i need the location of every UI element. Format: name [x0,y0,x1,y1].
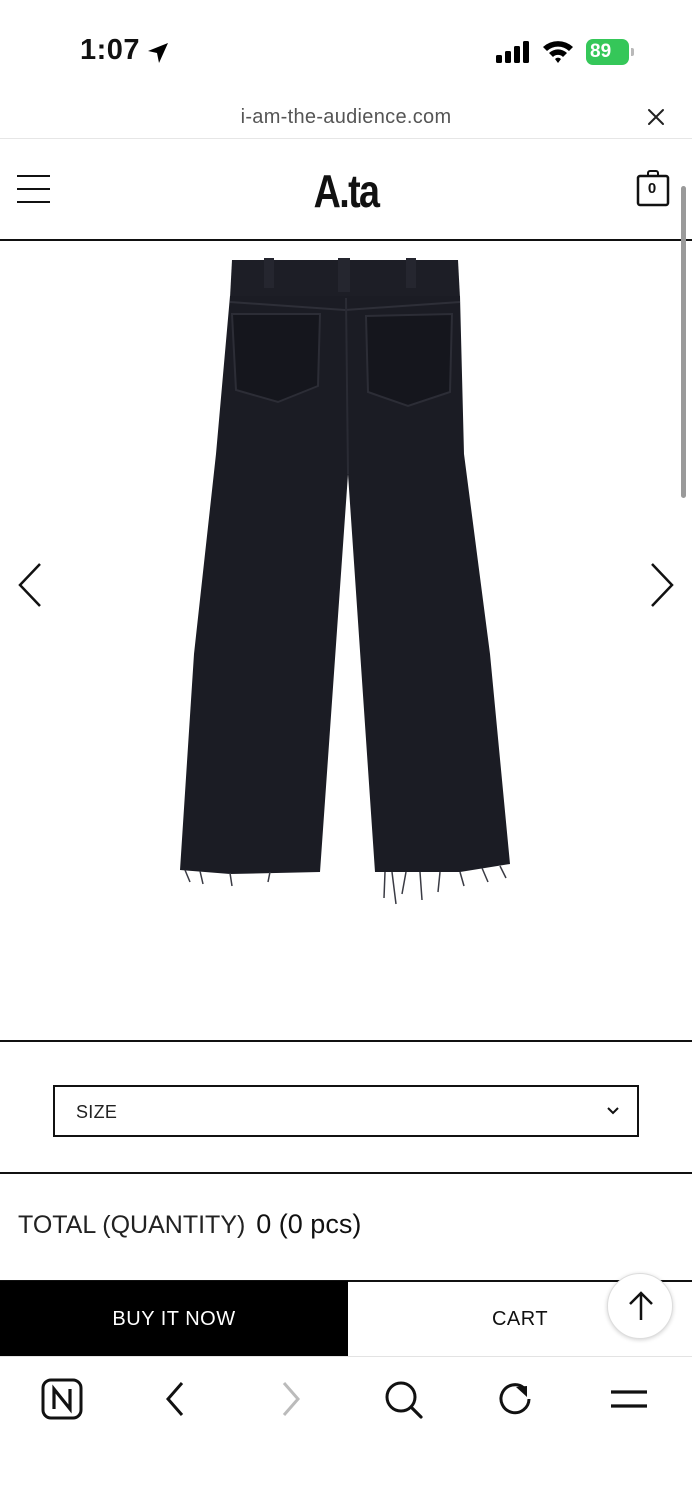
url-bar[interactable]: i-am-the-audience.com [0,96,692,139]
location-arrow-icon [148,43,168,63]
close-icon[interactable] [646,107,666,127]
product-image[interactable] [170,254,530,914]
cart-icon-button[interactable]: 0 [636,170,670,208]
total-section: TOTAL (QUANTITY) 0 (0 pcs) [0,1176,692,1280]
naver-icon[interactable] [40,1377,84,1421]
search-icon[interactable] [381,1377,425,1421]
cart-count: 0 [647,180,657,197]
status-time: 1:07 [80,34,141,66]
wifi-icon [543,41,573,63]
menu-icon[interactable] [607,1377,651,1421]
brand-logo[interactable]: A.ta [62,164,629,218]
next-image-arrow-icon[interactable] [644,560,678,610]
size-select-label: SIZE [76,1102,118,1122]
site-header: A.ta 0 [0,140,692,241]
cellular-signal-icon [496,41,529,63]
battery-tip [631,48,634,56]
total-label: TOTAL (QUANTITY) [18,1211,246,1239]
purchase-action-bar: BUY IT NOW CART [0,1280,692,1357]
total-row: TOTAL (QUANTITY) 0 (0 pcs) [18,1209,361,1240]
chevron-down-icon [607,1107,619,1115]
arrow-up-icon [629,1291,653,1320]
browser-toolbar [0,1356,692,1500]
hamburger-menu-icon[interactable] [17,174,50,204]
product-gallery [0,242,692,1042]
status-bar: 1:07 89 [0,0,692,96]
battery-indicator: 89 [586,39,634,65]
reload-icon[interactable] [494,1377,538,1421]
forward-icon[interactable] [268,1377,312,1421]
options-section: SIZE [0,1044,692,1174]
url-text[interactable]: i-am-the-audience.com [0,106,692,129]
size-select[interactable]: SIZE [53,1085,639,1137]
total-value: 0 (0 pcs) [256,1209,362,1239]
buy-now-button[interactable]: BUY IT NOW [0,1281,348,1357]
battery-level: 89 [586,39,629,65]
back-icon[interactable] [154,1377,198,1421]
scroll-to-top-button[interactable] [607,1273,673,1339]
prev-image-arrow-icon[interactable] [14,560,48,610]
